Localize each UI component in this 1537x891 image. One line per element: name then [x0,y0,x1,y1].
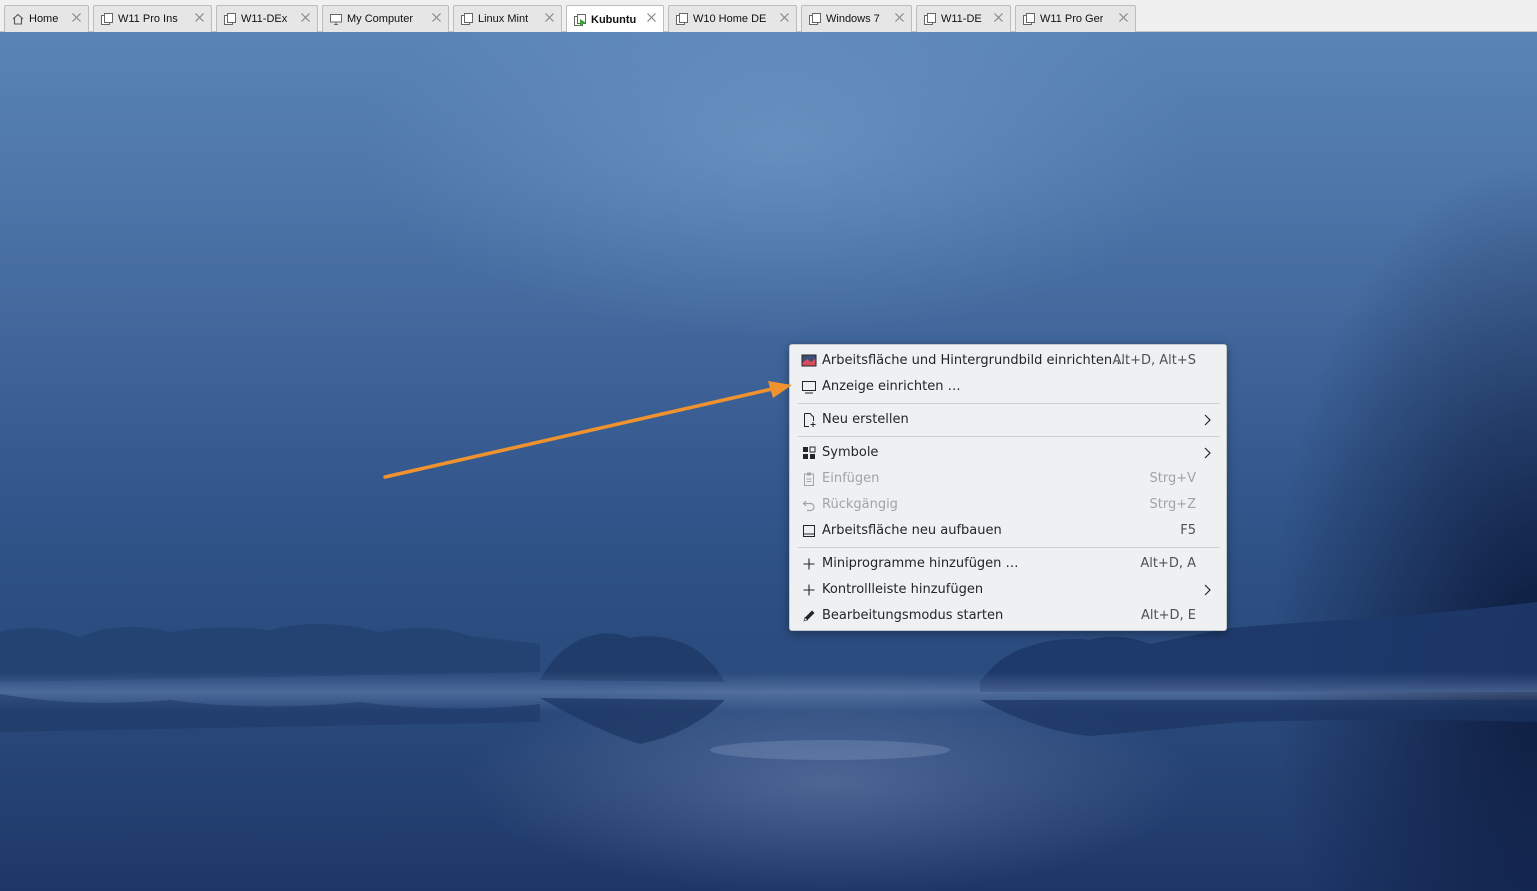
menu-item-enter-edit-mode[interactable]: Bearbeitungsmodus starten Alt+D, E [796,603,1222,629]
close-icon[interactable] [71,12,82,23]
vm-icon [1022,12,1036,26]
wallpaper-lake-scene [0,602,1537,760]
menu-item-add-panel[interactable]: Kontrollleiste hinzufügen [796,577,1222,603]
menu-item-label: Rückgängig [822,497,898,512]
tab-label: Linux Mint [478,13,529,25]
tab-linux-mint[interactable]: Linux Mint [453,5,562,32]
menu-item-undo: Rückgängig Strg+Z [796,492,1222,518]
vm-icon [460,12,474,26]
new-document-icon [801,412,817,428]
menu-item-label: Bearbeitungsmodus starten [822,608,1004,623]
vm-tab-bar: Home W11 Pro Ins W11-DEx My Computer Lin… [0,0,1537,33]
close-icon[interactable] [1118,12,1129,23]
menu-item-icons[interactable]: Symbole [796,440,1222,466]
menu-item-label: Arbeitsfläche und Hintergrundbild einric… [822,353,1130,368]
tab-windows-7[interactable]: Windows 7 [801,5,912,32]
close-icon[interactable] [300,12,311,23]
close-icon[interactable] [894,12,905,23]
desktop-context-menu: Arbeitsfläche und Hintergrundbild einric… [789,344,1227,631]
chevron-right-icon [1202,583,1212,597]
close-icon[interactable] [646,12,657,23]
menu-item-label: Anzeige einrichten … [822,379,961,394]
desktop-wallpaper[interactable] [0,32,1537,891]
undo-icon [801,497,817,513]
menu-item-shortcut: Strg+Z [1149,497,1196,512]
menu-item-shortcut: Strg+V [1149,471,1196,486]
menu-item-create-new[interactable]: Neu erstellen [796,407,1222,433]
menu-item-refresh-desktop[interactable]: Arbeitsfläche neu aufbauen F5 [796,518,1222,544]
chevron-right-icon [1202,413,1212,427]
tab-w11-pro-ins[interactable]: W11 Pro Ins [93,5,212,32]
menu-item-label: Miniprogramme hinzufügen … [822,556,1019,571]
vm-icon [808,12,822,26]
plus-icon [801,556,817,572]
tab-label: W11 Pro Ins [118,13,178,25]
menu-item-configure-desktop-wallpaper[interactable]: Arbeitsfläche und Hintergrundbild einric… [796,348,1222,374]
tab-label: My Computer [347,13,414,25]
vm-icon [923,12,937,26]
menu-item-add-widgets[interactable]: Miniprogramme hinzufügen … Alt+D, A [796,551,1222,577]
vm-icon [675,12,689,26]
menu-item-label: Neu erstellen [822,412,909,427]
tab-w11-dex[interactable]: W11-DEx [216,5,318,32]
close-icon[interactable] [431,12,442,23]
menu-separator [798,403,1220,404]
tab-label: W11 Pro Ger [1040,13,1104,25]
grid-icon [801,445,817,461]
menu-item-configure-display[interactable]: Anzeige einrichten … [796,374,1222,400]
vm-icon [100,12,114,26]
refresh-desktop-icon [801,523,817,539]
menu-item-label: Symbole [822,445,879,460]
monitor-icon [801,379,817,395]
menu-item-label: Kontrollleiste hinzufügen [822,582,984,597]
menu-item-shortcut: Alt+D, E [1141,608,1196,623]
tab-label: Windows 7 [826,13,880,25]
close-icon[interactable] [993,12,1004,23]
tab-label: W11-DE [941,13,982,25]
menu-item-shortcut: Alt+D, Alt+S [1112,353,1196,368]
tab-w10-home-de[interactable]: W10 Home DE [668,5,797,32]
tab-label: W11-DEx [241,13,288,25]
tab-label: W10 Home DE [693,13,767,25]
close-icon[interactable] [544,12,555,23]
paste-icon [801,471,817,487]
menu-item-paste: Einfügen Strg+V [796,466,1222,492]
menu-item-shortcut: Alt+D, A [1140,556,1196,571]
home-icon [11,12,25,26]
chevron-right-icon [1202,446,1212,460]
wallpaper-icon [801,353,817,369]
tab-label: Kubuntu [591,13,637,26]
computer-icon [329,12,343,26]
menu-item-label: Einfügen [822,471,880,486]
pencil-icon [801,608,817,624]
close-icon[interactable] [779,12,790,23]
tab-label: Home [29,13,59,25]
menu-separator [798,547,1220,548]
vm-icon [223,12,237,26]
tab-kubuntu[interactable]: Kubuntu [566,5,664,33]
tab-w11-pro-ger[interactable]: W11 Pro Ger [1015,5,1136,32]
close-icon[interactable] [194,12,205,23]
plus-icon [801,582,817,598]
vm-running-icon [573,13,587,27]
menu-item-shortcut: F5 [1180,523,1196,538]
tab-my-computer[interactable]: My Computer [322,5,449,32]
tab-w11-de[interactable]: W11-DE [916,5,1011,32]
menu-separator [798,436,1220,437]
menu-item-label: Arbeitsfläche neu aufbauen [822,523,1002,538]
tab-home[interactable]: Home [4,5,89,32]
